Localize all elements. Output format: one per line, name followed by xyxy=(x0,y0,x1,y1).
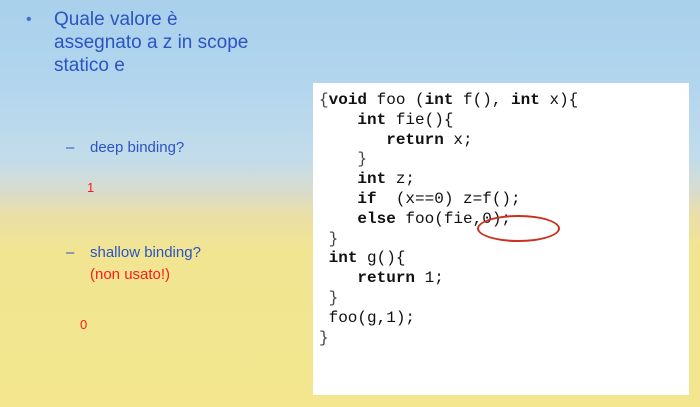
code-line-3: return x; xyxy=(319,131,578,151)
code-text: x; xyxy=(443,130,473,149)
code-text: (x==0) z=f(); xyxy=(376,189,521,208)
highlight-circle xyxy=(477,215,560,242)
note-close: !) xyxy=(160,266,171,283)
code-line-2: int fie(){ xyxy=(319,111,578,131)
code-keyword: int xyxy=(328,249,358,268)
deep-binding-label: deep binding? xyxy=(90,139,185,156)
sub-item-deep-binding: – deep binding? xyxy=(66,137,184,159)
code-text: z; xyxy=(386,170,416,189)
code-line-1: {void foo (int f(), int x){ xyxy=(319,91,578,111)
code-line-10: return 1; xyxy=(319,269,578,289)
shallow-binding-note: (non usato!) xyxy=(66,264,276,286)
code-text: f(), xyxy=(453,91,512,109)
code-punct: { xyxy=(319,91,329,109)
dash-icon: – xyxy=(66,139,75,156)
slide: • Quale valore è assegnato a z in scope … xyxy=(0,0,700,407)
shallow-binding-answer: 0 xyxy=(80,317,88,332)
code-text: foo ( xyxy=(367,91,425,109)
code-line-13: } xyxy=(319,328,329,347)
code-keyword: if xyxy=(357,189,377,208)
code-keyword: int xyxy=(511,91,540,109)
code-line-6: if (x==0) z=f(); xyxy=(319,190,578,210)
code-line-5: int z; xyxy=(319,170,578,190)
code-keyword: return xyxy=(386,130,444,149)
dash-icon: – xyxy=(66,244,75,261)
code-text: fie(){ xyxy=(386,110,454,129)
code-line-11: } xyxy=(319,288,339,307)
code-line-12: foo(g,1); xyxy=(319,308,416,327)
code-text: 1; xyxy=(415,269,444,288)
bullet-icon: • xyxy=(26,11,32,28)
code-keyword: int xyxy=(424,91,454,109)
code-keyword: else xyxy=(357,209,396,228)
code-keyword: int xyxy=(357,170,387,189)
code-keyword: return xyxy=(357,269,416,288)
code-text: x){ xyxy=(539,91,579,109)
code-text: g(){ xyxy=(357,249,406,268)
note-red-text: non usato xyxy=(95,266,161,283)
code-line-9: int g(){ xyxy=(319,249,578,269)
sub-item-shallow-binding: – shallow binding? (non usato!) xyxy=(66,242,276,286)
code-line-4: } xyxy=(319,150,368,169)
deep-binding-answer: 1 xyxy=(87,180,95,195)
code-keyword: int xyxy=(357,110,387,129)
question-text: Quale valore è assegnato a z in scope st… xyxy=(54,9,249,76)
shallow-binding-label: shallow binding? xyxy=(90,244,201,261)
code-keyword: void xyxy=(328,91,368,109)
